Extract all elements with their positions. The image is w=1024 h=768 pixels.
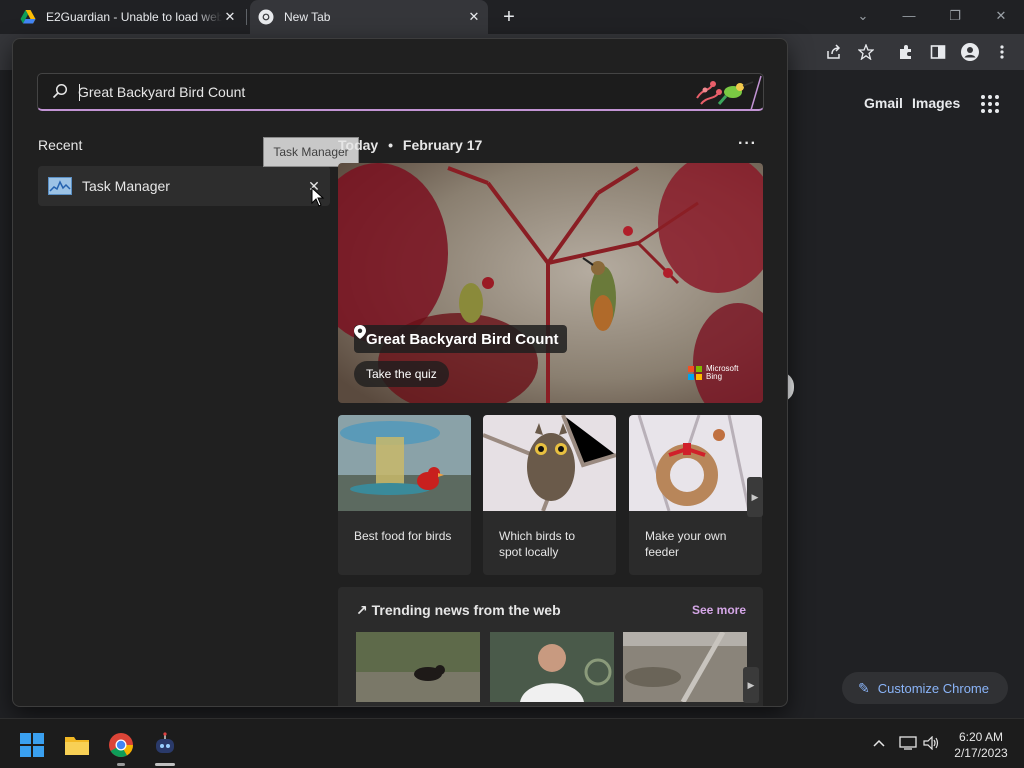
- news-next-arrow-icon[interactable]: ▶: [743, 667, 759, 703]
- share-icon[interactable]: [824, 42, 844, 62]
- tab-e2guardian[interactable]: E2Guardian - Unable to load web ✕: [12, 0, 244, 34]
- tab-title: E2Guardian - Unable to load web: [46, 10, 222, 24]
- profile-avatar-icon[interactable]: [960, 42, 980, 62]
- microsoft-logo-icon: [688, 366, 702, 380]
- pencil-icon: ✎: [858, 679, 870, 696]
- customize-chrome-label: Customize Chrome: [877, 680, 989, 696]
- news-thumbnail-flooding[interactable]: [623, 632, 747, 702]
- date-separator: •: [388, 137, 393, 153]
- hero-title-text: Great Backyard Bird Count: [366, 330, 559, 348]
- network-icon[interactable]: [899, 736, 917, 753]
- chrome-taskbar-icon[interactable]: [108, 732, 134, 758]
- trending-arrow-icon: ↗: [356, 602, 368, 618]
- windows-search-flyout: Recent Task Manager ✕ Task Manager Today…: [12, 38, 788, 707]
- text-caret: [79, 84, 80, 101]
- clock-time: 6:20 AM: [958, 730, 1004, 744]
- recent-item-label: Task Manager: [82, 178, 170, 194]
- tab-search-chevron-icon[interactable]: ⌄: [840, 4, 886, 28]
- recent-heading: Recent: [38, 137, 83, 153]
- chrome-running-indicator: [117, 763, 125, 766]
- google-drive-icon: [20, 10, 36, 24]
- tab-close-icon[interactable]: ✕: [222, 9, 238, 25]
- take-the-quiz-button[interactable]: Take the quiz: [354, 361, 449, 387]
- minimize-button[interactable]: —: [886, 4, 932, 28]
- images-link[interactable]: Images: [912, 95, 960, 111]
- chrome-menu-icon[interactable]: [992, 42, 1012, 62]
- robot-app-running-indicator: [155, 763, 175, 766]
- trending-heading: ↗ Trending news from the web: [356, 602, 561, 619]
- clock-date: 2/17/2023: [954, 746, 1008, 760]
- cards-next-arrow-icon[interactable]: ▶: [747, 477, 763, 517]
- volume-icon[interactable]: [923, 735, 941, 753]
- trending-news-section: ↗ Trending news from the web See more ▶: [338, 587, 763, 706]
- tab-divider: [246, 9, 247, 25]
- tray-overflow-chevron-icon[interactable]: [873, 736, 885, 751]
- close-window-button[interactable]: ✕: [978, 4, 1024, 28]
- windows-start-icon[interactable]: [19, 732, 45, 758]
- tab-strip: E2Guardian - Unable to load web ✕ New Ta…: [0, 0, 1024, 34]
- tab-new-tab[interactable]: New Tab ✕: [250, 0, 488, 34]
- owl-photo: [483, 415, 616, 511]
- system-clock[interactable]: 6:20 AM 2/17/2023: [946, 729, 1016, 761]
- hero-title[interactable]: Great Backyard Bird Count: [354, 325, 567, 353]
- today-date: February 17: [402, 137, 483, 153]
- card-caption: Best food for birds: [354, 529, 452, 543]
- today-label: Today: [338, 137, 379, 153]
- customize-chrome-button[interactable]: ✎ Customize Chrome: [842, 672, 1008, 704]
- more-options-icon[interactable]: ···: [738, 135, 757, 153]
- tab-close-icon[interactable]: ✕: [466, 9, 482, 25]
- new-tab-button[interactable]: +: [498, 6, 520, 28]
- bookmark-star-icon[interactable]: [856, 42, 876, 62]
- robot-app-icon[interactable]: [152, 732, 178, 758]
- today-date-heading: Today • February 17: [338, 137, 482, 153]
- recent-item-task-manager[interactable]: Task Manager ✕: [38, 166, 330, 206]
- extensions-icon[interactable]: [896, 42, 916, 62]
- card-make-your-own-feeder[interactable]: Make your own feeder: [629, 415, 762, 575]
- chrome-icon: [258, 9, 274, 25]
- card-caption: Which birds to spot locally: [499, 529, 576, 559]
- file-explorer-icon[interactable]: [64, 732, 90, 758]
- search-input[interactable]: [78, 79, 678, 105]
- news-thumbnail-official[interactable]: [490, 632, 614, 702]
- windows-taskbar: 6:20 AM 2/17/2023: [0, 718, 1024, 768]
- card-best-food-for-birds[interactable]: Best food for birds: [338, 415, 471, 575]
- news-thumbnail-bear[interactable]: [356, 632, 480, 702]
- microsoft-bing-logo: Microsoft Bing: [688, 365, 738, 381]
- search-icon: [52, 83, 68, 99]
- mouse-cursor-icon: [311, 187, 325, 207]
- search-highlight-hero[interactable]: Great Backyard Bird Count Take the quiz …: [338, 163, 763, 403]
- hummingbird-illustration-icon: [696, 75, 762, 110]
- brand-line-2: Bing: [706, 372, 723, 381]
- gmail-link[interactable]: Gmail: [864, 95, 903, 111]
- restore-button[interactable]: ❐: [932, 4, 978, 28]
- search-box[interactable]: [37, 73, 764, 111]
- card-caption: Make your own feeder: [645, 529, 727, 559]
- side-panel-icon[interactable]: [928, 42, 948, 62]
- tab-title: New Tab: [284, 10, 331, 24]
- trending-heading-text: Trending news from the web: [371, 602, 561, 618]
- google-apps-icon[interactable]: [981, 95, 999, 113]
- bird-feeder-photo: [338, 415, 471, 511]
- wreath-feeder-photo: [629, 415, 762, 511]
- card-which-birds-to-spot[interactable]: Which birds to spot locally: [483, 415, 616, 575]
- see-more-link[interactable]: See more: [692, 603, 746, 617]
- task-manager-icon: [48, 177, 72, 195]
